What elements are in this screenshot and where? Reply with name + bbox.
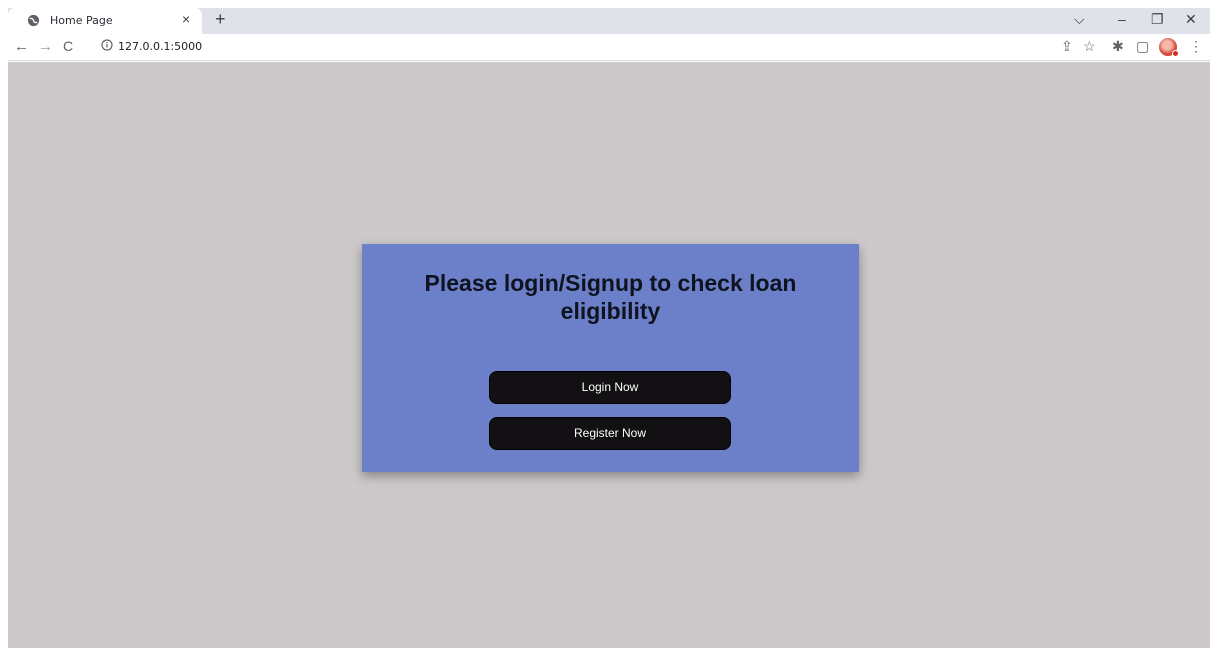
- globe-icon: [27, 14, 40, 27]
- share-icon[interactable]: ⇪: [1061, 38, 1073, 55]
- browser-toolbar: ← → C 127.0.0.1:5000 ⇪ ☆ ✱ ▢ ⋮: [8, 34, 1210, 61]
- avatar-status-dot: [1172, 50, 1179, 57]
- address-bar[interactable]: 127.0.0.1:5000: [90, 36, 1130, 58]
- login-card: Please login/Signup to check loan eligib…: [362, 244, 859, 472]
- register-button[interactable]: Register Now: [489, 417, 731, 450]
- menu-icon[interactable]: ⋮: [1189, 38, 1203, 55]
- reload-icon[interactable]: C: [63, 38, 73, 54]
- page-viewport: Please login/Signup to check loan eligib…: [8, 62, 1210, 648]
- card-heading: Please login/Signup to check loan eligib…: [424, 270, 797, 324]
- side-panel-icon[interactable]: ▢: [1136, 38, 1149, 55]
- browser-window: Home Page × + ⌵ – ❐ ✕ ← → C 127.0.0.1:50…: [0, 0, 1210, 648]
- tab-home-page[interactable]: Home Page ×: [8, 8, 202, 34]
- bookmark-star-icon[interactable]: ☆: [1083, 38, 1096, 55]
- new-tab-button[interactable]: +: [215, 9, 226, 30]
- minimize-icon[interactable]: –: [1118, 11, 1126, 27]
- close-window-icon[interactable]: ✕: [1185, 11, 1197, 28]
- tab-close-icon[interactable]: ×: [182, 11, 190, 27]
- tab-strip: Home Page × + ⌵ – ❐ ✕: [8, 8, 1210, 34]
- login-button[interactable]: Login Now: [489, 371, 731, 404]
- tab-title: Home Page: [50, 14, 113, 27]
- tab-search-dropdown-icon[interactable]: ⌵: [1074, 11, 1085, 28]
- info-icon[interactable]: [101, 39, 113, 51]
- forward-icon[interactable]: →: [38, 38, 53, 55]
- back-icon[interactable]: ←: [14, 38, 29, 55]
- url-text: 127.0.0.1:5000: [118, 40, 203, 53]
- extensions-icon[interactable]: ✱: [1112, 38, 1124, 55]
- restore-icon[interactable]: ❐: [1151, 11, 1164, 28]
- profile-avatar[interactable]: [1159, 38, 1179, 57]
